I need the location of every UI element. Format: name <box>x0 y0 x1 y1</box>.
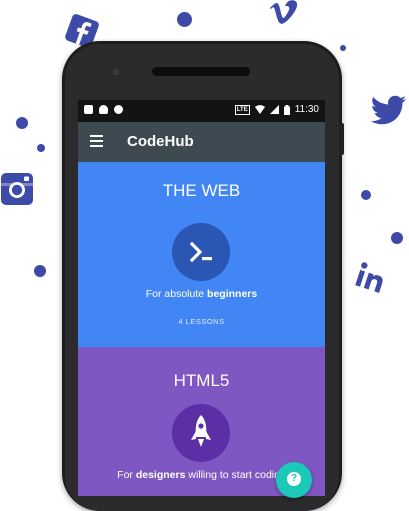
decor-dot <box>391 232 403 244</box>
course-card-the-web[interactable]: THE WEB For absolute beginners 4 LESSONS <box>78 162 325 347</box>
menu-icon[interactable] <box>90 135 103 147</box>
phone-side-button <box>339 123 344 155</box>
front-camera <box>113 69 119 75</box>
description-text: For <box>117 469 136 481</box>
description-text-suffix: willing to start coding <box>185 469 286 481</box>
system-status: LTE 11:30 <box>234 104 319 115</box>
youtube-notification-icon <box>84 105 93 114</box>
decor-dot <box>340 45 346 51</box>
course-title: HTML5 <box>173 371 230 390</box>
help-icon: ? <box>287 472 301 486</box>
decor-dot <box>34 265 46 277</box>
notification-icons <box>84 105 123 114</box>
earpiece-speaker <box>152 67 250 76</box>
rocket-icon <box>172 404 230 462</box>
wifi-icon <box>254 105 265 114</box>
course-description: For absolute beginners <box>78 288 325 300</box>
terminal-icon <box>172 223 230 281</box>
description-text: For absolute <box>145 288 208 300</box>
course-title: THE WEB <box>162 181 241 200</box>
twitter-icon <box>370 95 406 125</box>
call-notification-icon <box>114 105 123 114</box>
vimeo-icon <box>270 0 298 24</box>
signal-icon <box>269 105 279 114</box>
lesson-count: 4 LESSONS <box>178 317 225 326</box>
network-type: LTE <box>234 104 250 115</box>
battery-icon <box>283 104 290 115</box>
linkedin-icon <box>355 262 383 293</box>
phone-screen: LTE 11:30 CodeHub THE WEB For absolute b… <box>78 100 325 496</box>
app-title: CodeHub <box>127 133 194 150</box>
android-notification-icon <box>99 105 108 114</box>
decor-dot <box>16 117 28 129</box>
help-fab[interactable]: ? <box>276 462 312 498</box>
instagram-icon <box>1 173 33 205</box>
decor-dot <box>37 144 45 152</box>
description-highlight: designers <box>135 469 186 481</box>
status-time: 11:30 <box>294 104 319 115</box>
status-bar: LTE 11:30 <box>78 100 325 122</box>
app-bar: CodeHub <box>78 122 325 162</box>
decor-dot <box>361 190 371 200</box>
decor-dot <box>177 12 192 27</box>
description-highlight: beginners <box>207 288 258 300</box>
